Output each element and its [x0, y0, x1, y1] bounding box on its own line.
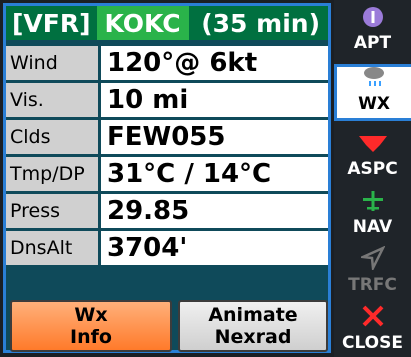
table-row: Clds FEW055 — [6, 120, 328, 154]
tab-label: CLOSE — [341, 333, 403, 353]
row-value: FEW055 — [101, 120, 328, 154]
tab-label: TRFC — [348, 275, 397, 295]
wx-info-line1: Wx — [74, 304, 108, 326]
row-value: 10 mi — [101, 83, 328, 117]
table-row: Tmp/DP 31°C / 14°C — [6, 157, 328, 191]
report-age: (35 min) — [201, 8, 320, 38]
tab-wx[interactable]: WX — [334, 64, 411, 121]
row-label: Vis. — [6, 83, 98, 117]
animate-nexrad-button[interactable]: Animate Nexrad — [178, 300, 328, 352]
airplane-icon — [361, 190, 385, 217]
tab-nav[interactable]: NAV — [334, 184, 411, 241]
close-icon — [361, 304, 385, 333]
row-value: 29.85 — [101, 194, 328, 228]
weather-table: Wind 120°@ 6kt Vis. 10 mi Clds FEW055 Tm… — [6, 46, 328, 268]
wx-info-button[interactable]: Wx Info — [10, 300, 172, 352]
wx-info-line2: Info — [70, 326, 112, 348]
table-row: DnsAlt 3704' — [6, 231, 328, 265]
tab-trfc[interactable]: TRFC — [334, 242, 411, 299]
row-label: Tmp/DP — [6, 157, 98, 191]
sidebar: APT WX ASPC NAV TRFC CLOSE — [334, 0, 411, 357]
tab-label: APT — [353, 33, 392, 53]
tab-label: WX — [358, 94, 390, 114]
tab-label: ASPC — [347, 159, 398, 179]
weather-panel: [VFR] KOKC (35 min) Wind 120°@ 6kt Vis. … — [3, 3, 331, 353]
flight-rule-badge: [VFR] — [12, 8, 91, 38]
airport-id: KOKC — [96, 6, 189, 40]
tab-aspc[interactable]: ASPC — [334, 126, 411, 183]
cloud-rain-icon — [361, 65, 387, 94]
table-row: Vis. 10 mi — [6, 83, 328, 117]
tab-apt[interactable]: APT — [334, 0, 411, 57]
row-label: Wind — [6, 46, 98, 80]
info-icon — [362, 6, 384, 33]
row-label: DnsAlt — [6, 231, 98, 265]
tab-close[interactable]: CLOSE — [334, 300, 411, 357]
traffic-arrow-icon — [357, 245, 386, 275]
animate-line1: Animate — [208, 304, 298, 326]
airspace-icon — [358, 134, 388, 159]
tab-label: NAV — [352, 217, 393, 237]
row-label: Clds — [6, 120, 98, 154]
animate-line2: Nexrad — [214, 326, 292, 348]
row-label: Press — [6, 194, 98, 228]
station-header: [VFR] KOKC (35 min) — [6, 6, 328, 40]
table-row: Press 29.85 — [6, 194, 328, 228]
row-value: 120°@ 6kt — [101, 46, 328, 80]
row-value: 3704' — [101, 231, 328, 265]
row-value: 31°C / 14°C — [101, 157, 328, 191]
table-row: Wind 120°@ 6kt — [6, 46, 328, 80]
